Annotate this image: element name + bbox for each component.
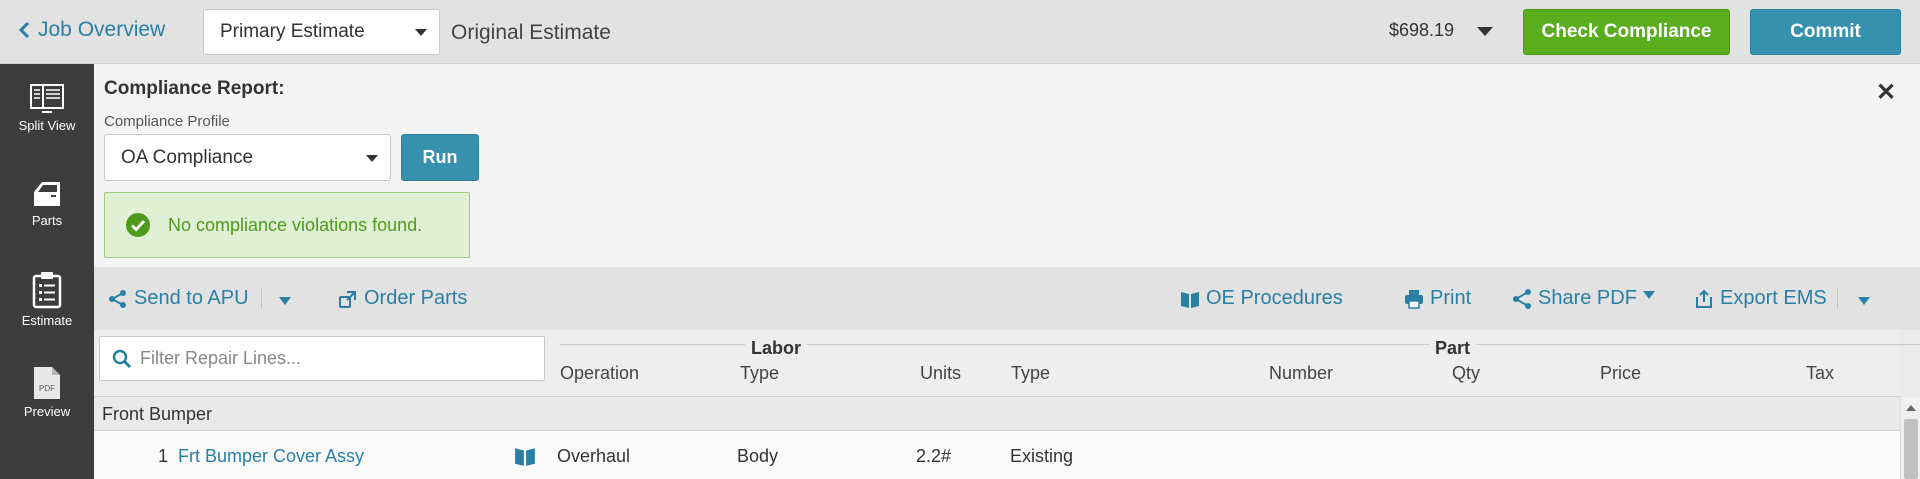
send-to-apu-button[interactable]: Send to APU xyxy=(108,287,249,310)
left-sidebar: Split View Parts Estimate PDF Preview xyxy=(0,64,94,479)
book-icon xyxy=(1181,291,1199,308)
line-labor-type: Body xyxy=(737,446,779,466)
run-button[interactable]: Run xyxy=(401,134,479,181)
estimate-select[interactable]: Primary Estimate xyxy=(203,9,440,55)
compliance-report-panel: Compliance Report: ✕ Compliance Profile … xyxy=(94,64,1920,267)
line-description-link[interactable]: Frt Bumper Cover Assy xyxy=(178,446,364,467)
share-pdf-dropdown-icon[interactable] xyxy=(1643,291,1655,299)
share-nodes-icon xyxy=(109,289,126,308)
labor-group-line xyxy=(560,344,1084,345)
compliance-result-message: No compliance violations found. xyxy=(168,214,423,235)
search-icon xyxy=(112,349,132,368)
order-parts-icon xyxy=(339,290,356,308)
top-bar: Job Overview Primary Estimate Original E… xyxy=(0,0,1920,64)
pdf-icon: PDF xyxy=(34,367,60,399)
line-part-type: Existing xyxy=(1010,446,1074,466)
order-parts-button[interactable]: Order Parts xyxy=(338,287,467,310)
oe-procedures-label: OE Procedures xyxy=(1206,287,1343,309)
car-door-icon xyxy=(34,182,60,206)
line-units: 2.2# xyxy=(916,446,952,466)
column-header-operation[interactable]: Operation xyxy=(560,363,639,384)
job-overview-label: Job Overview xyxy=(38,18,166,41)
sidebar-label-parts: Parts xyxy=(31,213,63,228)
total-dropdown-icon[interactable] xyxy=(1477,27,1493,36)
column-header-labor-type[interactable]: Type xyxy=(740,363,779,384)
sidebar-label-estimate: Estimate xyxy=(21,313,73,328)
column-header-tax[interactable]: Tax xyxy=(1806,363,1834,384)
split-view-icon xyxy=(30,84,64,113)
share-pdf-button[interactable]: Share PDF xyxy=(1512,287,1637,310)
toolbar-divider xyxy=(261,287,262,309)
close-icon[interactable]: ✕ xyxy=(1876,78,1896,107)
compliance-profile-select[interactable]: OA Compliance xyxy=(104,134,391,181)
labor-group-label: Labor xyxy=(745,338,808,359)
filter-repair-lines-input[interactable] xyxy=(140,348,520,369)
estimate-select-value: Primary Estimate xyxy=(220,21,365,42)
compliance-profile-label: Compliance Profile xyxy=(104,113,230,130)
oe-procedures-button[interactable]: OE Procedures xyxy=(1180,287,1343,310)
send-to-apu-dropdown-icon[interactable] xyxy=(279,297,291,305)
estimate-toolbar: Send to APU Order Parts OE Procedures Pr… xyxy=(94,267,1920,330)
column-header-units[interactable]: Units xyxy=(920,363,961,384)
chevron-down-icon xyxy=(415,29,427,36)
column-header-qty[interactable]: Qty xyxy=(1452,363,1480,384)
column-header-price[interactable]: Price xyxy=(1600,363,1641,384)
job-overview-link[interactable]: Job Overview xyxy=(18,18,165,42)
sidebar-item-parts[interactable]: Parts xyxy=(0,179,94,228)
chevron-down-icon xyxy=(366,154,378,162)
commit-button[interactable]: Commit xyxy=(1750,9,1901,55)
sidebar-label-preview: Preview xyxy=(23,404,71,419)
pdf-icon-text: PDF xyxy=(39,384,55,393)
scroll-thumb[interactable] xyxy=(1904,419,1918,479)
compliance-result-alert: No compliance violations found. xyxy=(104,192,470,258)
sidebar-label-split-view: Split View xyxy=(18,118,76,133)
chevron-left-icon xyxy=(18,21,30,39)
line-operation: Overhaul xyxy=(557,446,631,466)
book-icon[interactable] xyxy=(514,445,536,467)
toolbar-divider xyxy=(1837,287,1838,309)
part-group-label: Part xyxy=(1429,338,1477,359)
export-icon xyxy=(1696,289,1712,308)
line-number: 1 xyxy=(158,446,169,466)
group-row-label: Front Bumper xyxy=(102,404,213,424)
print-button[interactable]: Print xyxy=(1404,287,1471,310)
sidebar-item-estimate[interactable]: Estimate xyxy=(0,271,94,328)
export-ems-label: Export EMS xyxy=(1720,287,1827,309)
sidebar-item-split-view[interactable]: Split View xyxy=(0,84,94,133)
filter-repair-lines-field[interactable] xyxy=(99,336,545,381)
sidebar-item-preview[interactable]: PDF Preview xyxy=(0,366,94,419)
check-circle-icon xyxy=(126,213,150,237)
printer-icon xyxy=(1405,289,1423,309)
scroll-up-icon[interactable] xyxy=(1906,405,1916,411)
group-row-front-bumper[interactable]: Front Bumper xyxy=(94,397,1900,431)
share-icon xyxy=(1513,288,1531,309)
clipboard-icon xyxy=(32,272,62,309)
estimate-total: $698.19 xyxy=(1389,20,1455,40)
check-compliance-button[interactable]: Check Compliance xyxy=(1523,9,1730,55)
column-header-part-type[interactable]: Type xyxy=(1011,363,1050,384)
export-ems-button[interactable]: Export EMS xyxy=(1694,287,1827,310)
export-ems-dropdown-icon[interactable] xyxy=(1858,297,1870,305)
column-header-number[interactable]: Number xyxy=(1269,363,1333,384)
grid-scrollbar[interactable] xyxy=(1900,397,1920,479)
send-to-apu-label: Send to APU xyxy=(134,287,249,309)
order-parts-label: Order Parts xyxy=(364,287,468,309)
estimate-type-label: Original Estimate xyxy=(451,21,611,44)
share-pdf-label: Share PDF xyxy=(1538,287,1637,309)
table-row[interactable]: 1 Frt Bumper Cover Assy Overhaul Body 2.… xyxy=(94,431,1900,479)
compliance-profile-value: OA Compliance xyxy=(121,146,254,168)
print-label: Print xyxy=(1430,287,1472,309)
compliance-report-title: Compliance Report: xyxy=(104,78,285,99)
repair-lines-header: Labor Part Operation Type Units Type Num… xyxy=(94,330,1920,397)
